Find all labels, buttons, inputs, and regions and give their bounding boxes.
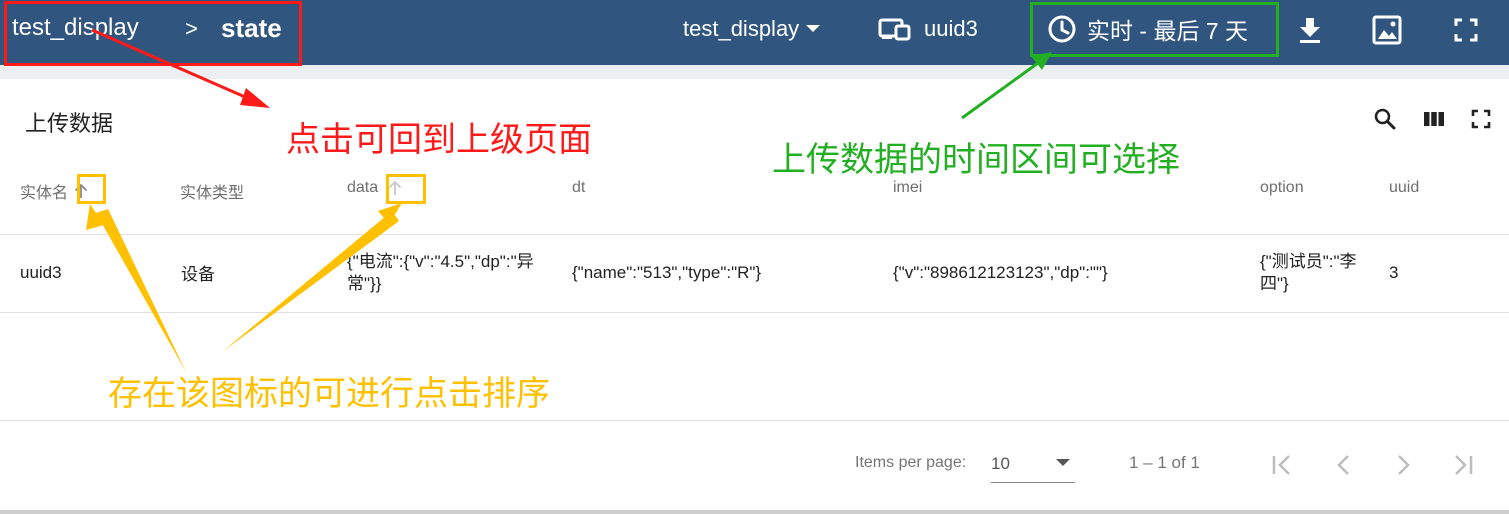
column-header-label: 实体类型 [180, 185, 245, 202]
column-header-label: imei [893, 179, 923, 196]
column-header-dt: dt [572, 179, 585, 197]
cell-dt: {"name":"513","type":"R"} [572, 263, 762, 282]
time-window-highlight-box [1030, 2, 1279, 57]
breadcrumb-annotation: 点击可回到上级页面 [286, 121, 592, 159]
card-fullscreen-button[interactable] [1467, 105, 1495, 133]
device-icon [878, 18, 911, 41]
image-icon [1372, 15, 1402, 45]
dashboard-select-label: test_display [683, 16, 800, 41]
header-divider [0, 65, 1509, 79]
cell-option-line: 四"} [1260, 274, 1289, 293]
chevron-down-icon [1056, 459, 1070, 466]
fullscreen-icon [1471, 109, 1491, 129]
column-header-label: data [347, 179, 379, 196]
cell-imei: {"v":"898612123123","dp":""} [893, 263, 1108, 282]
first-page-icon [1272, 455, 1290, 475]
breadcrumb-highlight-box [4, 1, 302, 66]
column-header-entity-type: 实体类型 [180, 179, 244, 203]
column-header-label: 实体名 [20, 185, 69, 202]
cell-uuid: 3 [1389, 263, 1399, 282]
device-select[interactable]: uuid3 [878, 14, 978, 44]
previous-page-button[interactable] [1326, 448, 1362, 482]
dashboard-select[interactable]: test_display [683, 14, 821, 44]
columns-icon [1424, 112, 1444, 126]
sort-icon-highlight-box [386, 174, 426, 204]
export-image-button[interactable] [1371, 14, 1403, 46]
bottom-border [0, 510, 1509, 514]
card-title: 上传数据 [25, 111, 114, 136]
last-page-button[interactable] [1445, 448, 1481, 482]
column-header-option: option [1260, 179, 1304, 197]
cell-entity-type: 设备 [181, 265, 215, 284]
table-bottom-line [0, 420, 1509, 421]
chevron-down-icon [806, 25, 821, 32]
cell-entity-name: uuid3 [20, 263, 62, 282]
column-header-label: dt [572, 179, 586, 196]
items-per-page-select[interactable]: 10 [991, 448, 1075, 483]
cell-option: {"测试员":"李 四"} [1260, 251, 1357, 295]
cell-option-line: {"测试员":"李 [1260, 252, 1357, 271]
items-per-page-label: Items per page: [855, 454, 967, 471]
sort-icon-highlight-box [77, 174, 106, 204]
download-button[interactable] [1294, 14, 1326, 46]
fullscreen-button[interactable] [1450, 14, 1482, 46]
sort-annotation: 存在该图标的可进行点击排序 [108, 375, 550, 413]
chevron-left-icon [1337, 455, 1349, 475]
cell-data-line: {"电流":{"v":"4.5","dp":"异 [347, 252, 534, 271]
columns-button[interactable] [1420, 105, 1448, 133]
cell-data-line: 常"}} [347, 274, 382, 293]
chevron-right-icon [1398, 455, 1410, 475]
device-label: uuid3 [924, 16, 978, 41]
column-header-uuid: uuid [1389, 179, 1419, 197]
time-window-annotation: 上传数据的时间区间可选择 [772, 141, 1180, 179]
last-page-icon [1455, 455, 1473, 475]
cell-data: {"电流":{"v":"4.5","dp":"异 常"}} [347, 251, 534, 295]
header-divider-line [0, 234, 1509, 235]
fullscreen-icon [1454, 18, 1478, 42]
search-button[interactable] [1371, 105, 1399, 133]
download-icon [1300, 18, 1320, 43]
page-range: 1 – 1 of 1 [1129, 453, 1200, 472]
next-page-button[interactable] [1385, 448, 1421, 482]
items-per-page-value: 10 [991, 454, 1010, 473]
first-page-button[interactable] [1264, 448, 1300, 482]
search-icon [1374, 108, 1396, 130]
column-header-imei: imei [893, 179, 922, 197]
column-header-label: uuid [1389, 179, 1420, 196]
column-header-label: option [1260, 179, 1304, 196]
row-divider-line [0, 312, 1509, 313]
